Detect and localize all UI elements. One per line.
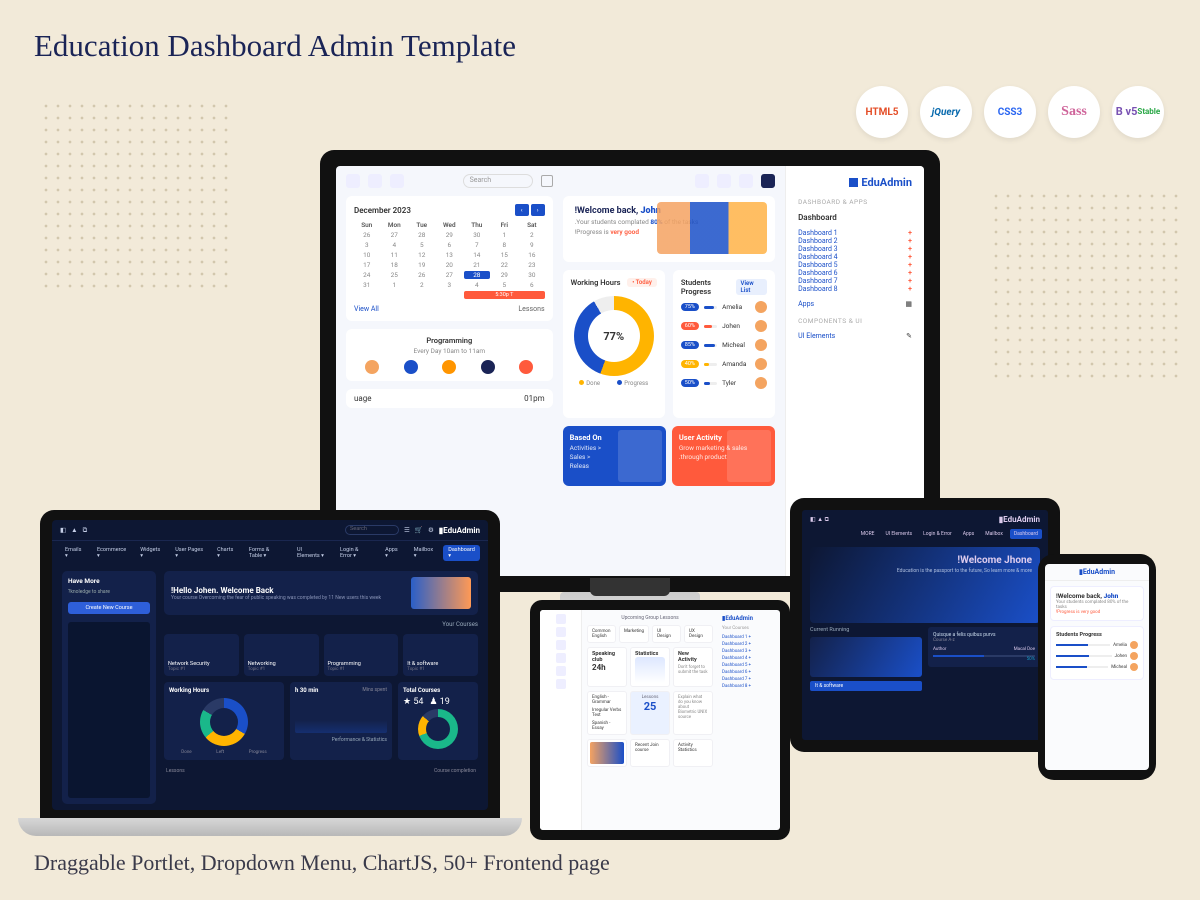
sidebar-apps[interactable]: Apps — [798, 300, 814, 308]
welcome-illustration — [657, 202, 767, 254]
flag-icon[interactable] — [717, 174, 731, 188]
nav-item[interactable]: Ecommerce ▾ — [92, 545, 131, 561]
cart-icon[interactable] — [739, 174, 753, 188]
bell-icon[interactable] — [390, 174, 404, 188]
laptop-sidebar: Have More ?knoledge to share Create New … — [62, 571, 156, 804]
tablet-light-mockup: Upcoming Group Lessons Common EnglishMar… — [530, 600, 790, 840]
sidebar-item[interactable]: Dashboard 1 — [798, 229, 838, 237]
working-hours-donut: 77% — [574, 296, 654, 376]
sidebar-item[interactable]: Dashboard 5 — [798, 261, 838, 269]
course-card[interactable]: ProgrammingTopic #1 — [324, 634, 399, 676]
phone-mockup: ▮EduAdmin !Welcome back, John Your stude… — [1038, 554, 1156, 780]
view-list-button[interactable]: View List — [736, 279, 768, 295]
calendar-card: December 2023 ‹ › SunMonTueWedThuFriSat2… — [346, 196, 553, 321]
laptop-mockup: ◧▲⧉ Search ☰🛒⚙ ▮EduAdmin Emails ▾Ecommer… — [40, 510, 500, 836]
brand-logo[interactable]: ▮EduAdmin — [439, 526, 480, 535]
lesson-card: Programming Every Day 10am to 11am — [346, 329, 553, 381]
course-thumb[interactable] — [810, 637, 922, 677]
students-progress-card: Students Progress View List 75%Amelia60%… — [673, 270, 775, 418]
menu-icon[interactable] — [346, 174, 360, 188]
nav-item[interactable]: Mailbox ▾ — [409, 545, 439, 561]
today-tag[interactable]: • Today — [627, 278, 657, 287]
cal-next-button[interactable]: › — [531, 204, 545, 216]
sparkline-chart — [635, 657, 665, 683]
tablet-sidebar — [540, 610, 582, 830]
search-input[interactable]: Search — [345, 525, 399, 535]
nav-item[interactable]: Apps ▾ — [380, 545, 405, 561]
search-input[interactable]: Search — [463, 174, 533, 188]
students-progress-card: Students Progress AmeliaJohenMicheal — [1050, 626, 1144, 680]
language-card: uage01pm — [346, 389, 553, 408]
based-on-tile[interactable]: Based On Activities >Sales >Releas — [563, 426, 666, 486]
course-card[interactable]: NetworkingTopic #1 — [244, 634, 319, 676]
nav-item[interactable]: User Pages ▾ — [170, 545, 208, 561]
nav-item[interactable]: Dashboard ▾ — [443, 545, 480, 561]
tablet-dark-mockup: ◧ ▲ ⧉ ▮EduAdmin MOREUI ElementsLogin & E… — [790, 498, 1060, 752]
lessons-label: Lessons — [518, 305, 544, 313]
nav-item[interactable]: Widgets ▾ — [135, 545, 166, 561]
nav-item[interactable]: UI Elements ▾ — [292, 545, 331, 561]
brand-logo[interactable]: EduAdmin — [798, 176, 912, 189]
sidebar-ui-elements[interactable]: UI Elements — [798, 332, 835, 340]
hero-illustration — [411, 577, 471, 609]
apps-icon: ▦ — [905, 300, 912, 308]
sass-icon: Sass — [1048, 86, 1100, 138]
sidebar-illustration — [68, 622, 150, 798]
laptop-hero: !Hello Johen. Welcome BackYour course Ov… — [164, 571, 478, 615]
decoration-dots — [40, 100, 230, 290]
cal-prev-button[interactable]: ‹ — [515, 204, 529, 216]
completion-donut — [418, 709, 458, 749]
sidebar-item[interactable]: Dashboard 2 — [798, 237, 838, 245]
brand-logo[interactable]: ▮EduAdmin — [1045, 564, 1149, 581]
nav-item[interactable]: Emails ▾ — [60, 545, 88, 561]
tablet-hero: !Welcome Jhone Education is the passport… — [810, 547, 1040, 623]
nav-item[interactable]: Charts ▾ — [212, 545, 240, 561]
sidebar-item[interactable]: Dashboard 6 — [798, 269, 838, 277]
fullscreen-icon[interactable] — [541, 175, 553, 187]
user-activity-tile[interactable]: User Activity Grow marketing & sales.thr… — [672, 426, 775, 486]
sidebar-item[interactable]: Dashboard 3 — [798, 245, 838, 253]
welcome-card: !Welcome back, John .Your students compl… — [563, 196, 775, 262]
calendar-month: December 2023 — [354, 206, 411, 215]
html5-icon: HTML5 — [856, 86, 908, 138]
bootstrap-icon: B v5Stable — [1112, 86, 1164, 138]
page-subtitle: Draggable Portlet, Dropdown Menu, ChartJ… — [34, 850, 610, 876]
tech-badges: HTML5 jQuery CSS3 Sass B v5Stable — [856, 86, 1164, 138]
course-card[interactable]: Network SecurityTopic #1 — [164, 634, 239, 676]
course-badge[interactable]: It & software — [810, 681, 922, 691]
nav-item[interactable]: Forms & Table ▾ — [244, 545, 288, 561]
css3-icon: CSS3 — [984, 86, 1036, 138]
topbar: Search — [346, 174, 553, 188]
photo-thumb — [590, 742, 624, 764]
bar-chart — [295, 701, 387, 733]
working-hours-card: Working Hours • Today 77% Done Progress — [563, 270, 665, 418]
nav-item[interactable]: Login & Error ▾ — [335, 545, 376, 561]
welcome-card: !Welcome back, John Your students compla… — [1050, 586, 1144, 621]
jquery-icon: jQuery — [920, 86, 972, 138]
create-course-button[interactable]: Create New Course — [68, 602, 150, 614]
working-hours-donut — [200, 698, 248, 746]
settings-icon[interactable] — [761, 174, 775, 188]
user-icon[interactable] — [368, 174, 382, 188]
sidebar-item[interactable]: Dashboard 7 — [798, 277, 838, 285]
course-card[interactable]: It & softwareTopic #1 — [403, 634, 478, 676]
grid-icon[interactable] — [695, 174, 709, 188]
page-title: Education Dashboard Admin Template — [34, 28, 516, 64]
sidebar-item[interactable]: Dashboard 8 — [798, 285, 838, 293]
view-all-link[interactable]: View All — [354, 305, 379, 313]
brand-logo[interactable]: ▮EduAdmin — [999, 515, 1040, 524]
sidebar-item[interactable]: Dashboard 4 — [798, 253, 838, 261]
pencil-icon: ✎ — [906, 332, 912, 340]
menu-icon[interactable] — [556, 614, 566, 624]
decoration-dots — [990, 190, 1180, 380]
